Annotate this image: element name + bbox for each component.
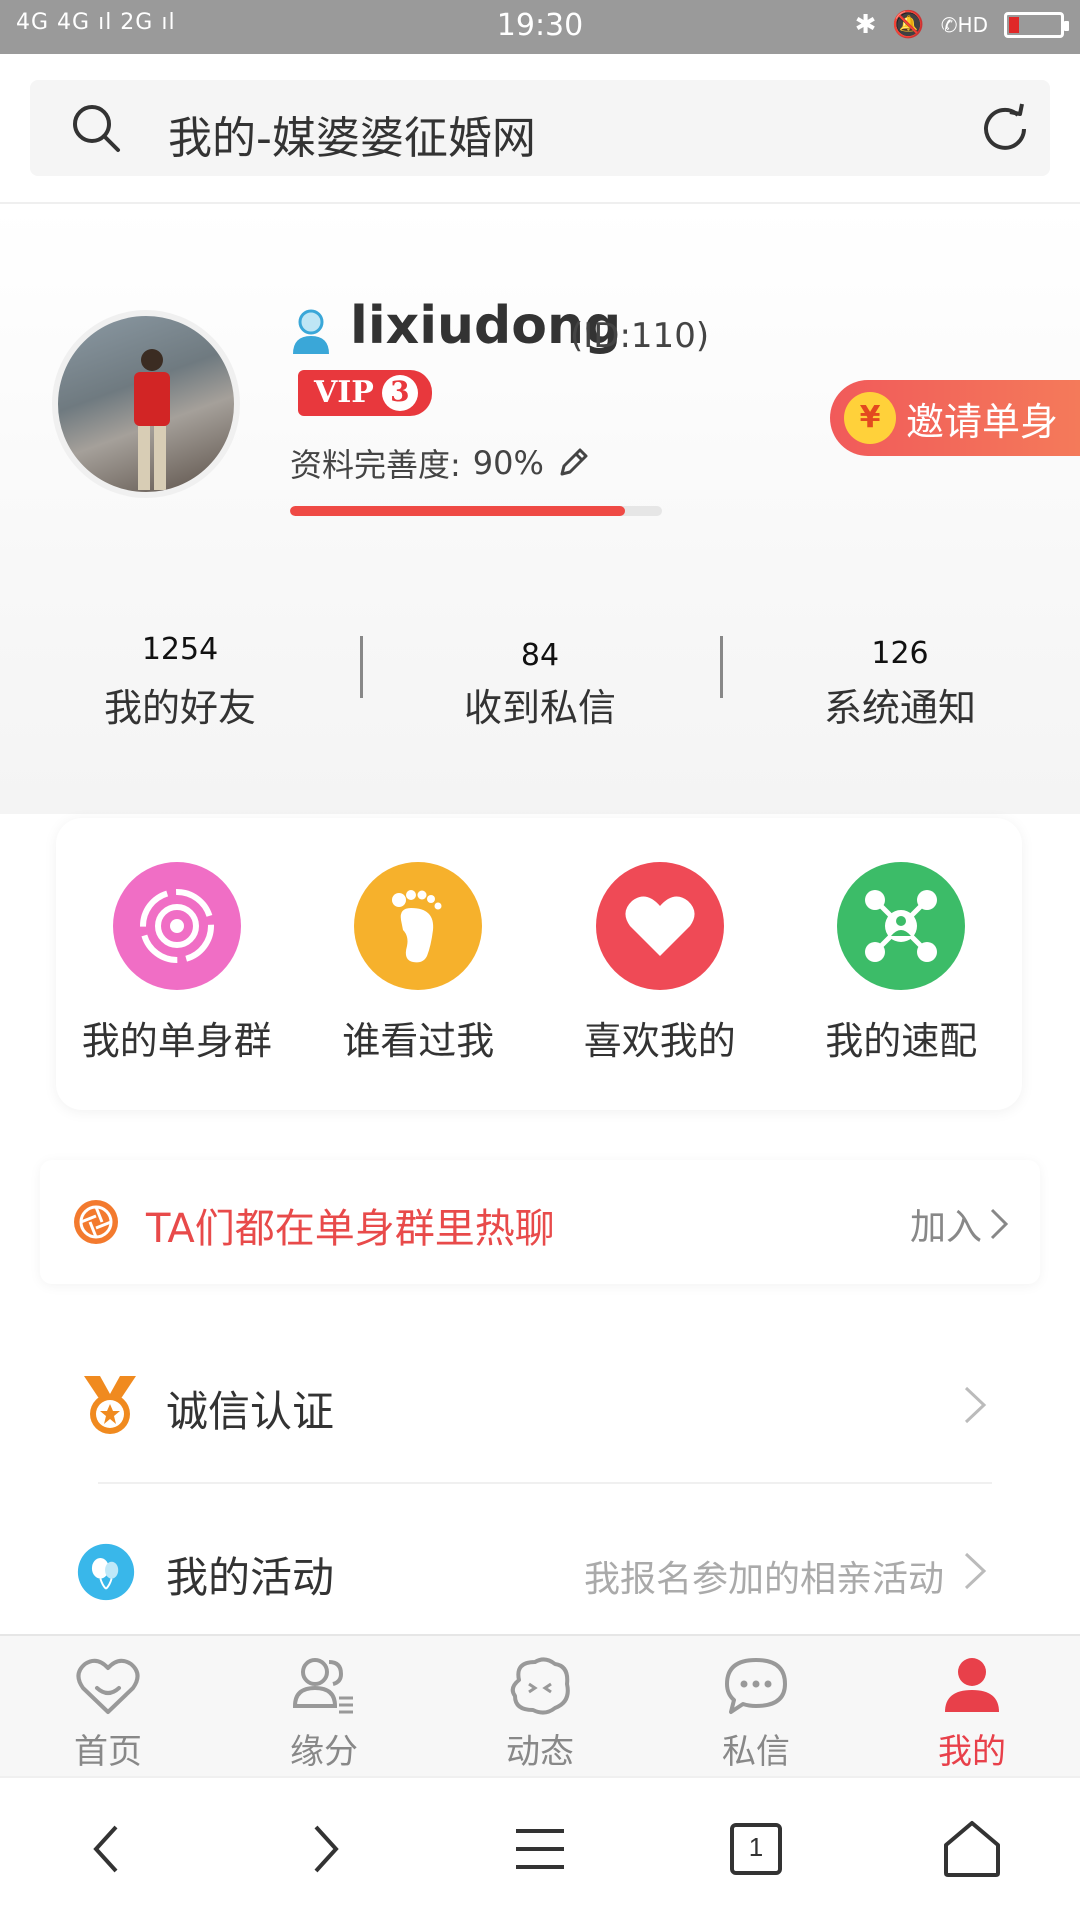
menu-item-label: 我的活动 xyxy=(166,1553,335,1602)
join-button[interactable]: 加入 xyxy=(910,1198,1010,1250)
stat-label: 我的好友 xyxy=(103,686,256,730)
tab-messages[interactable]: 私信 xyxy=(648,1636,864,1776)
tab-count: 1 xyxy=(748,1832,764,1862)
footprint-icon xyxy=(354,862,483,990)
menu-item-integrity-verification[interactable]: 诚信认证 xyxy=(0,1334,1080,1474)
stat-label: 收到私信 xyxy=(463,686,616,730)
tab-fate[interactable]: 缘分 xyxy=(216,1636,432,1776)
stats-row: 1254 我的好友 84 收到私信 126 系统通知 xyxy=(0,630,1080,760)
quick-action-label: 谁看过我 xyxy=(342,1019,495,1063)
tab-me[interactable]: 我的 xyxy=(864,1636,1080,1776)
tab-label: 私信 xyxy=(722,1732,790,1772)
status-icons: ✱ 🔕 ✆HD xyxy=(854,10,1069,40)
heart-smile-icon xyxy=(76,1658,140,1714)
battery-icon xyxy=(1004,12,1069,38)
hd-label: HD xyxy=(957,13,988,37)
invite-singles-button[interactable]: ¥ 邀请单身 xyxy=(830,380,1080,456)
network-icon xyxy=(837,862,966,990)
chevron-left-icon xyxy=(93,1825,118,1873)
avatar[interactable] xyxy=(52,310,240,498)
user-icon xyxy=(293,309,329,354)
quick-action-label: 我的速配 xyxy=(825,1019,978,1063)
menu-item-label: 诚信认证 xyxy=(166,1387,335,1436)
profile-completeness[interactable]: 资料完善度: 90% xyxy=(290,440,590,486)
chevron-right-icon xyxy=(990,1208,1009,1240)
chevron-right-icon xyxy=(964,1552,987,1590)
tab-label: 缘分 xyxy=(290,1732,358,1772)
browser-address-bar: 我的-媒婆婆征婚网 xyxy=(0,54,1080,204)
tab-home[interactable]: 首页 xyxy=(0,1636,216,1776)
people-icon xyxy=(292,1658,353,1714)
stat-label: 系统通知 xyxy=(823,686,976,730)
forward-button[interactable] xyxy=(216,1778,432,1920)
stat-friends[interactable]: 1254 我的好友 xyxy=(0,630,360,760)
stat-value: 126 xyxy=(871,636,929,671)
bottom-tab-bar: 首页 缘分 动态 私信 我的 xyxy=(0,1634,1080,1776)
pencil-icon[interactable] xyxy=(556,446,590,480)
tab-label: 首页 xyxy=(74,1732,142,1772)
home-button[interactable] xyxy=(864,1778,1080,1920)
join-label: 加入 xyxy=(909,1207,982,1248)
chevron-right-icon xyxy=(314,1825,339,1873)
completeness-progress-bar xyxy=(290,506,662,516)
invite-label: 邀请单身 xyxy=(906,399,1059,444)
completeness-progress-fill xyxy=(290,506,625,516)
tab-label: 动态 xyxy=(506,1732,574,1772)
address-field[interactable]: 我的-媒婆婆征婚网 xyxy=(30,80,1050,176)
my-match-button[interactable]: 我的速配 xyxy=(781,818,1023,1110)
quick-actions-card: 我的单身群 谁看过我 喜欢我的 我的速配 xyxy=(56,818,1022,1110)
bell-off-icon: 🔕 xyxy=(892,10,925,40)
user-id: (ID:110) xyxy=(570,316,710,356)
stat-notifications[interactable]: 126 系统通知 xyxy=(720,630,1080,760)
medal-icon xyxy=(84,1376,136,1434)
tab-feed[interactable]: 动态 xyxy=(432,1636,648,1776)
hamburger-icon xyxy=(516,1829,564,1869)
yen-icon: ¥ xyxy=(844,392,896,444)
back-button[interactable] xyxy=(0,1778,216,1920)
menu-item-my-activities[interactable]: 我的活动 我报名参加的相亲活动 xyxy=(0,1500,1080,1640)
quick-action-label: 喜欢我的 xyxy=(583,1019,736,1063)
stat-messages[interactable]: 84 收到私信 xyxy=(360,630,720,760)
heart-icon xyxy=(595,862,724,990)
hd-call-icon: ✆HD xyxy=(940,13,988,37)
search-icon[interactable] xyxy=(70,102,122,154)
target-icon xyxy=(112,862,241,990)
home-icon xyxy=(944,1821,1000,1877)
chat-icon xyxy=(725,1658,787,1714)
chevron-right-icon xyxy=(964,1386,987,1424)
tabs-button[interactable]: 1 xyxy=(648,1778,864,1920)
divider xyxy=(98,1482,992,1484)
status-bar: 4G 4G ıl 2G ıl 19:30 ✱ 🔕 ✆HD xyxy=(0,0,1080,54)
completeness-value: 90% xyxy=(472,444,544,482)
vip-badge: VIP 3 xyxy=(298,370,432,416)
who-viewed-me-button[interactable]: 谁看过我 xyxy=(298,818,540,1110)
stat-value: 1254 xyxy=(141,632,219,667)
banner-text: TA们都在单身群里热聊 xyxy=(146,1206,555,1252)
bluetooth-icon: ✱ xyxy=(854,10,877,40)
who-likes-me-button[interactable]: 喜欢我的 xyxy=(539,818,781,1110)
menu-button[interactable] xyxy=(432,1778,648,1920)
menu-item-subtitle: 我报名参加的相亲活动 xyxy=(583,1559,944,1600)
balloon-icon xyxy=(77,1543,135,1601)
aperture-icon xyxy=(74,1200,118,1244)
user-icon xyxy=(945,1658,999,1712)
tab-label: 我的 xyxy=(938,1732,1006,1772)
quick-action-label: 我的单身群 xyxy=(81,1019,272,1063)
stat-value: 84 xyxy=(520,638,560,673)
completeness-label: 资料完善度: xyxy=(290,446,461,484)
page-title: 我的-媒婆婆征婚网 xyxy=(168,113,536,164)
vip-level: 3 xyxy=(381,375,418,411)
vip-label: VIP xyxy=(314,375,374,410)
my-singles-group-button[interactable]: 我的单身群 xyxy=(56,818,298,1110)
browser-nav-bar: 1 xyxy=(0,1776,1080,1920)
avatar-photo xyxy=(134,349,170,490)
refresh-icon[interactable] xyxy=(978,102,1032,156)
group-chat-banner[interactable]: TA们都在单身群里热聊 加入 xyxy=(40,1160,1040,1284)
face-bubble-icon xyxy=(510,1657,570,1715)
